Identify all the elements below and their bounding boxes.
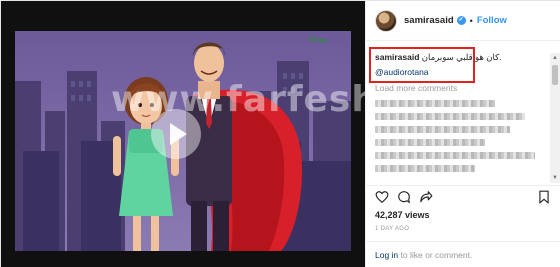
channel-logo: روتانا bbox=[309, 36, 328, 43]
blurred-comment bbox=[375, 165, 475, 172]
blurred-comment bbox=[375, 139, 485, 146]
view-count: 42,287 views bbox=[375, 210, 430, 220]
highlighted-caption: samirasaid كان هو قلبي سوبرمان. @audioro… bbox=[369, 47, 502, 83]
follow-button[interactable]: Follow bbox=[477, 15, 507, 26]
share-icon[interactable] bbox=[419, 190, 433, 204]
action-bar bbox=[366, 185, 560, 207]
blurred-comment bbox=[375, 100, 495, 107]
scroll-down-arrow-icon[interactable]: ▼ bbox=[550, 173, 560, 183]
header-username[interactable]: samirasaid bbox=[404, 15, 454, 26]
caption-username[interactable]: samirasaid bbox=[375, 52, 419, 62]
caption-line: samirasaid كان هو قلبي سوبرمان. bbox=[375, 52, 502, 63]
scroll-up-arrow-icon[interactable]: ▲ bbox=[550, 53, 560, 63]
login-prompt: Log in to like or comment. bbox=[366, 241, 560, 267]
post-side-panel: samirasaid ✔ • Follow samirasaid كان هو … bbox=[365, 1, 560, 267]
bookmark-icon[interactable] bbox=[537, 190, 551, 204]
comment-icon[interactable] bbox=[397, 190, 411, 204]
blurred-comment bbox=[375, 126, 510, 133]
load-more-comments-button[interactable]: Load more comments bbox=[375, 83, 457, 93]
caption-text: كان هو قلبي سوبرمان. bbox=[421, 52, 502, 62]
comments-scrollbar[interactable]: ▲ ▼ bbox=[550, 53, 560, 183]
scrollbar-thumb[interactable] bbox=[552, 65, 558, 85]
caption-mention[interactable]: @audiorotana bbox=[375, 67, 469, 77]
separator-dot: • bbox=[469, 15, 473, 26]
video-player[interactable]: روتانا www.farfesh.com bbox=[1, 1, 365, 267]
login-prompt-text: to like or comment. bbox=[398, 250, 473, 260]
post-header: samirasaid ✔ • Follow bbox=[366, 1, 560, 41]
login-link[interactable]: Log in bbox=[375, 250, 398, 260]
post-timestamp[interactable]: 1 DAY AGO bbox=[375, 226, 409, 232]
blurred-comment bbox=[375, 152, 535, 159]
avatar[interactable] bbox=[375, 9, 397, 32]
verified-badge-icon: ✔ bbox=[456, 16, 466, 25]
play-icon bbox=[170, 123, 187, 145]
heart-icon[interactable] bbox=[375, 190, 389, 204]
instagram-post: روتانا www.farfesh.com samirasaid ✔ • Fo… bbox=[0, 0, 560, 267]
watermark: www.farfesh.com bbox=[111, 79, 365, 120]
blurred-comment bbox=[375, 113, 525, 120]
